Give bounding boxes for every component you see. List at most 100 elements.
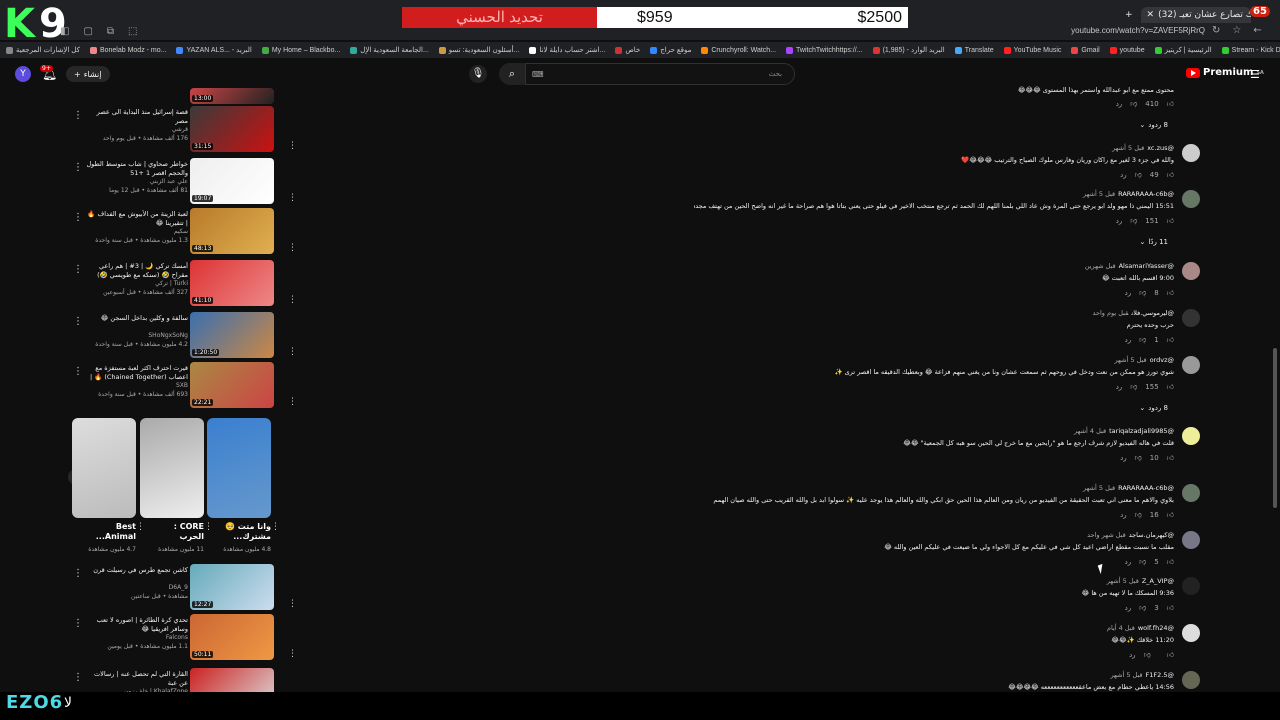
more-options-icon[interactable]: ⋮ (136, 522, 145, 532)
more-options-icon[interactable]: ⋮ (288, 397, 297, 407)
dislike-icon[interactable]: 👎︎ (1130, 99, 1137, 108)
recommendation-item[interactable]: ⋮ خواطر صحاوي | شاب متوسط الطول والحجم اق… (70, 158, 297, 206)
bookmark-item[interactable]: كل الإشارات المرجعية (6, 46, 80, 54)
comment-time[interactable]: قبل 5 أشهر (1112, 144, 1144, 152)
comment-time[interactable]: قبل شهرين (1085, 262, 1116, 270)
comment-time[interactable]: قبل يوم واحد (1093, 309, 1129, 317)
view-replies-button[interactable]: 8 ردود ⌄ (1139, 404, 1168, 412)
recommendation-title[interactable]: سالفة و وكلين بداخل السجن 😂 (84, 314, 188, 323)
view-replies-button[interactable]: 8 ردود ⌄ (1139, 121, 1168, 129)
comment-avatar[interactable] (1182, 484, 1200, 502)
recommendation-title[interactable]: أمسك تركي 🌙 | 3# | هم راعي مقراح 🤣 (سنكه… (84, 262, 188, 279)
close-tab-icon[interactable]: ✕ (1147, 10, 1155, 20)
dislike-icon[interactable]: 👎︎ (1139, 335, 1146, 344)
more-options-icon[interactable]: ⋮ (288, 347, 297, 357)
more-options-icon[interactable]: ⋮ (73, 264, 83, 275)
video-thumbnail[interactable]: 22:21 (190, 362, 274, 408)
comment-author[interactable]: @RARARAAA-c6b (1118, 484, 1174, 492)
address-bar[interactable]: youtube.com/watch?v=ZAVEF5RjRrQ (1040, 26, 1205, 39)
bookmark-item[interactable]: Bonelab Modz - mo... (89, 46, 166, 54)
more-options-icon[interactable]: ⋮ (288, 141, 297, 151)
like-icon[interactable]: 👍︎ (1167, 510, 1174, 519)
video-thumbnail[interactable]: 19:07 (190, 158, 274, 204)
like-icon[interactable]: 👍︎ (1167, 557, 1174, 566)
recommendation-item[interactable]: ⋮ أمسك تركي 🌙 | 3# | هم راعي مقراح 🤣 (سنك… (70, 260, 297, 308)
recommendation-item[interactable]: ⋮ قيرت احترف اكثر لعبة مستفزة مع اعصاب (C… (70, 362, 297, 410)
comment-time[interactable]: قبل شهر واحد (1087, 531, 1126, 539)
like-icon[interactable]: 👍︎ (1167, 99, 1174, 108)
like-icon[interactable]: 👍︎ (1167, 335, 1174, 344)
keyboard-icon[interactable]: ⌨ (532, 70, 544, 79)
search-input[interactable]: بحث (525, 63, 795, 85)
comment-author[interactable]: @RARARAAA-c6b (1118, 190, 1174, 198)
reply-button[interactable]: رد (1125, 604, 1132, 612)
bookmark-item[interactable]: YouTube Music (1003, 46, 1061, 54)
like-icon[interactable]: 👍︎ (1167, 216, 1174, 225)
more-options-icon[interactable]: ⋮ (288, 243, 297, 253)
dislike-icon[interactable]: 👎︎ (1135, 170, 1142, 179)
comment-avatar[interactable] (1182, 531, 1200, 549)
create-button[interactable]: + إنشاء (66, 66, 110, 82)
scrollbar[interactable] (1270, 88, 1280, 692)
video-thumbnail[interactable]: 1:20:50 (190, 312, 274, 358)
menu-icon[interactable]: ☰ (1250, 68, 1260, 81)
reply-button[interactable]: رد (1125, 558, 1132, 566)
video-thumbnail[interactable]: 12:27 (190, 564, 274, 610)
bookmark-item[interactable]: خاص (615, 46, 640, 54)
comment-avatar[interactable] (1182, 262, 1200, 280)
back-icon[interactable]: ◧ (60, 26, 69, 37)
dislike-icon[interactable]: 👎︎ (1135, 453, 1142, 462)
comment-author[interactable]: @F1F2.5 (1146, 671, 1174, 679)
comment-author[interactable]: @tariqalzadjali9985 (1109, 427, 1174, 435)
dislike-icon[interactable]: 👎︎ (1135, 510, 1142, 519)
short-title[interactable]: CORE : الحرب (152, 522, 204, 542)
comment-author[interactable]: @كيهرمان.ساجد (1129, 531, 1174, 539)
view-replies-button[interactable]: 11 ردًا ⌄ (1140, 238, 1168, 246)
recommendation-item[interactable]: ⋮ لعبة الزينة من الأبيوش مع الفداف 🔥 | تت… (70, 208, 297, 256)
video-thumbnail[interactable]: 50:11 (190, 614, 274, 660)
reload-icon[interactable]: ↻ (1212, 25, 1220, 36)
comment-time[interactable]: قبل 4 أشهر (1074, 427, 1106, 435)
reply-button[interactable]: رد (1116, 217, 1123, 225)
video-thumbnail[interactable]: 13:00 (190, 88, 274, 104)
bookmark-item[interactable]: Translate (954, 46, 994, 54)
bookmark-item[interactable]: الجامعة السعودية الإل... (350, 46, 429, 54)
arrow-icon[interactable]: ← (1253, 25, 1261, 36)
active-tab[interactable]: ✕ (32) لعبة تجربك تصارع عشان تعيـ (1140, 7, 1251, 23)
more-options-icon[interactable]: ⋮ (73, 366, 83, 377)
short-title[interactable]: وانا متت 🥺 مشترك... (219, 522, 271, 542)
like-icon[interactable]: 👍︎ (1167, 603, 1174, 612)
comment-avatar[interactable] (1182, 190, 1200, 208)
more-options-icon[interactable]: ⋮ (288, 295, 297, 305)
short-title[interactable]: Best Animal... (84, 522, 136, 542)
like-icon[interactable]: 👍︎ (1167, 288, 1174, 297)
comment-time[interactable]: قبل 5 أشهر (1110, 671, 1142, 679)
comment-time[interactable]: قبل 5 أشهر (1107, 577, 1139, 585)
mic-icon[interactable]: 🎙︎ (469, 65, 487, 83)
comment-time[interactable]: قبل 4 أيام (1107, 624, 1135, 632)
more-options-icon[interactable]: ⋮ (288, 193, 297, 203)
like-icon[interactable]: 👍︎ (1167, 453, 1174, 462)
comment-author[interactable]: @xc.zus (1147, 144, 1174, 152)
bookmark-item[interactable]: موقع حراج (650, 46, 691, 54)
bookmark-item[interactable]: أسئلون السعودية: تسو... (438, 46, 519, 54)
reply-button[interactable]: رد (1125, 336, 1132, 344)
tab-icon[interactable]: ⧉ (107, 26, 114, 37)
reply-button[interactable]: رد (1129, 651, 1136, 659)
comment-avatar[interactable] (1182, 356, 1200, 374)
dislike-icon[interactable]: 👎︎ (1144, 650, 1151, 659)
more-options-icon[interactable]: ⋮ (288, 599, 297, 609)
comment-author[interactable]: @ليرموسي.فلان (1131, 309, 1174, 317)
reply-button[interactable]: رد (1116, 383, 1123, 391)
comment-time[interactable]: قبل 5 أشهر (1114, 356, 1146, 364)
comment-avatar[interactable] (1182, 624, 1200, 642)
recommendation-title[interactable]: لعبة الزينة من الأبيوش مع الفداف 🔥 | تتق… (84, 210, 188, 227)
more-options-icon[interactable]: ⋮ (73, 568, 83, 579)
dislike-icon[interactable]: 👎︎ (1139, 603, 1146, 612)
recommendation-item[interactable]: ⋮ تحدي كرة الطائرة | اصوره لا تعب وسافر ا… (70, 614, 297, 662)
dislike-icon[interactable]: 👎︎ (1139, 288, 1146, 297)
more-options-icon[interactable]: ⋮ (204, 522, 213, 532)
bookmark-item[interactable]: Stream - Kick Dashb... (1221, 46, 1280, 54)
comment-avatar[interactable] (1182, 309, 1200, 327)
star-icon[interactable]: ☆ (1232, 25, 1241, 36)
